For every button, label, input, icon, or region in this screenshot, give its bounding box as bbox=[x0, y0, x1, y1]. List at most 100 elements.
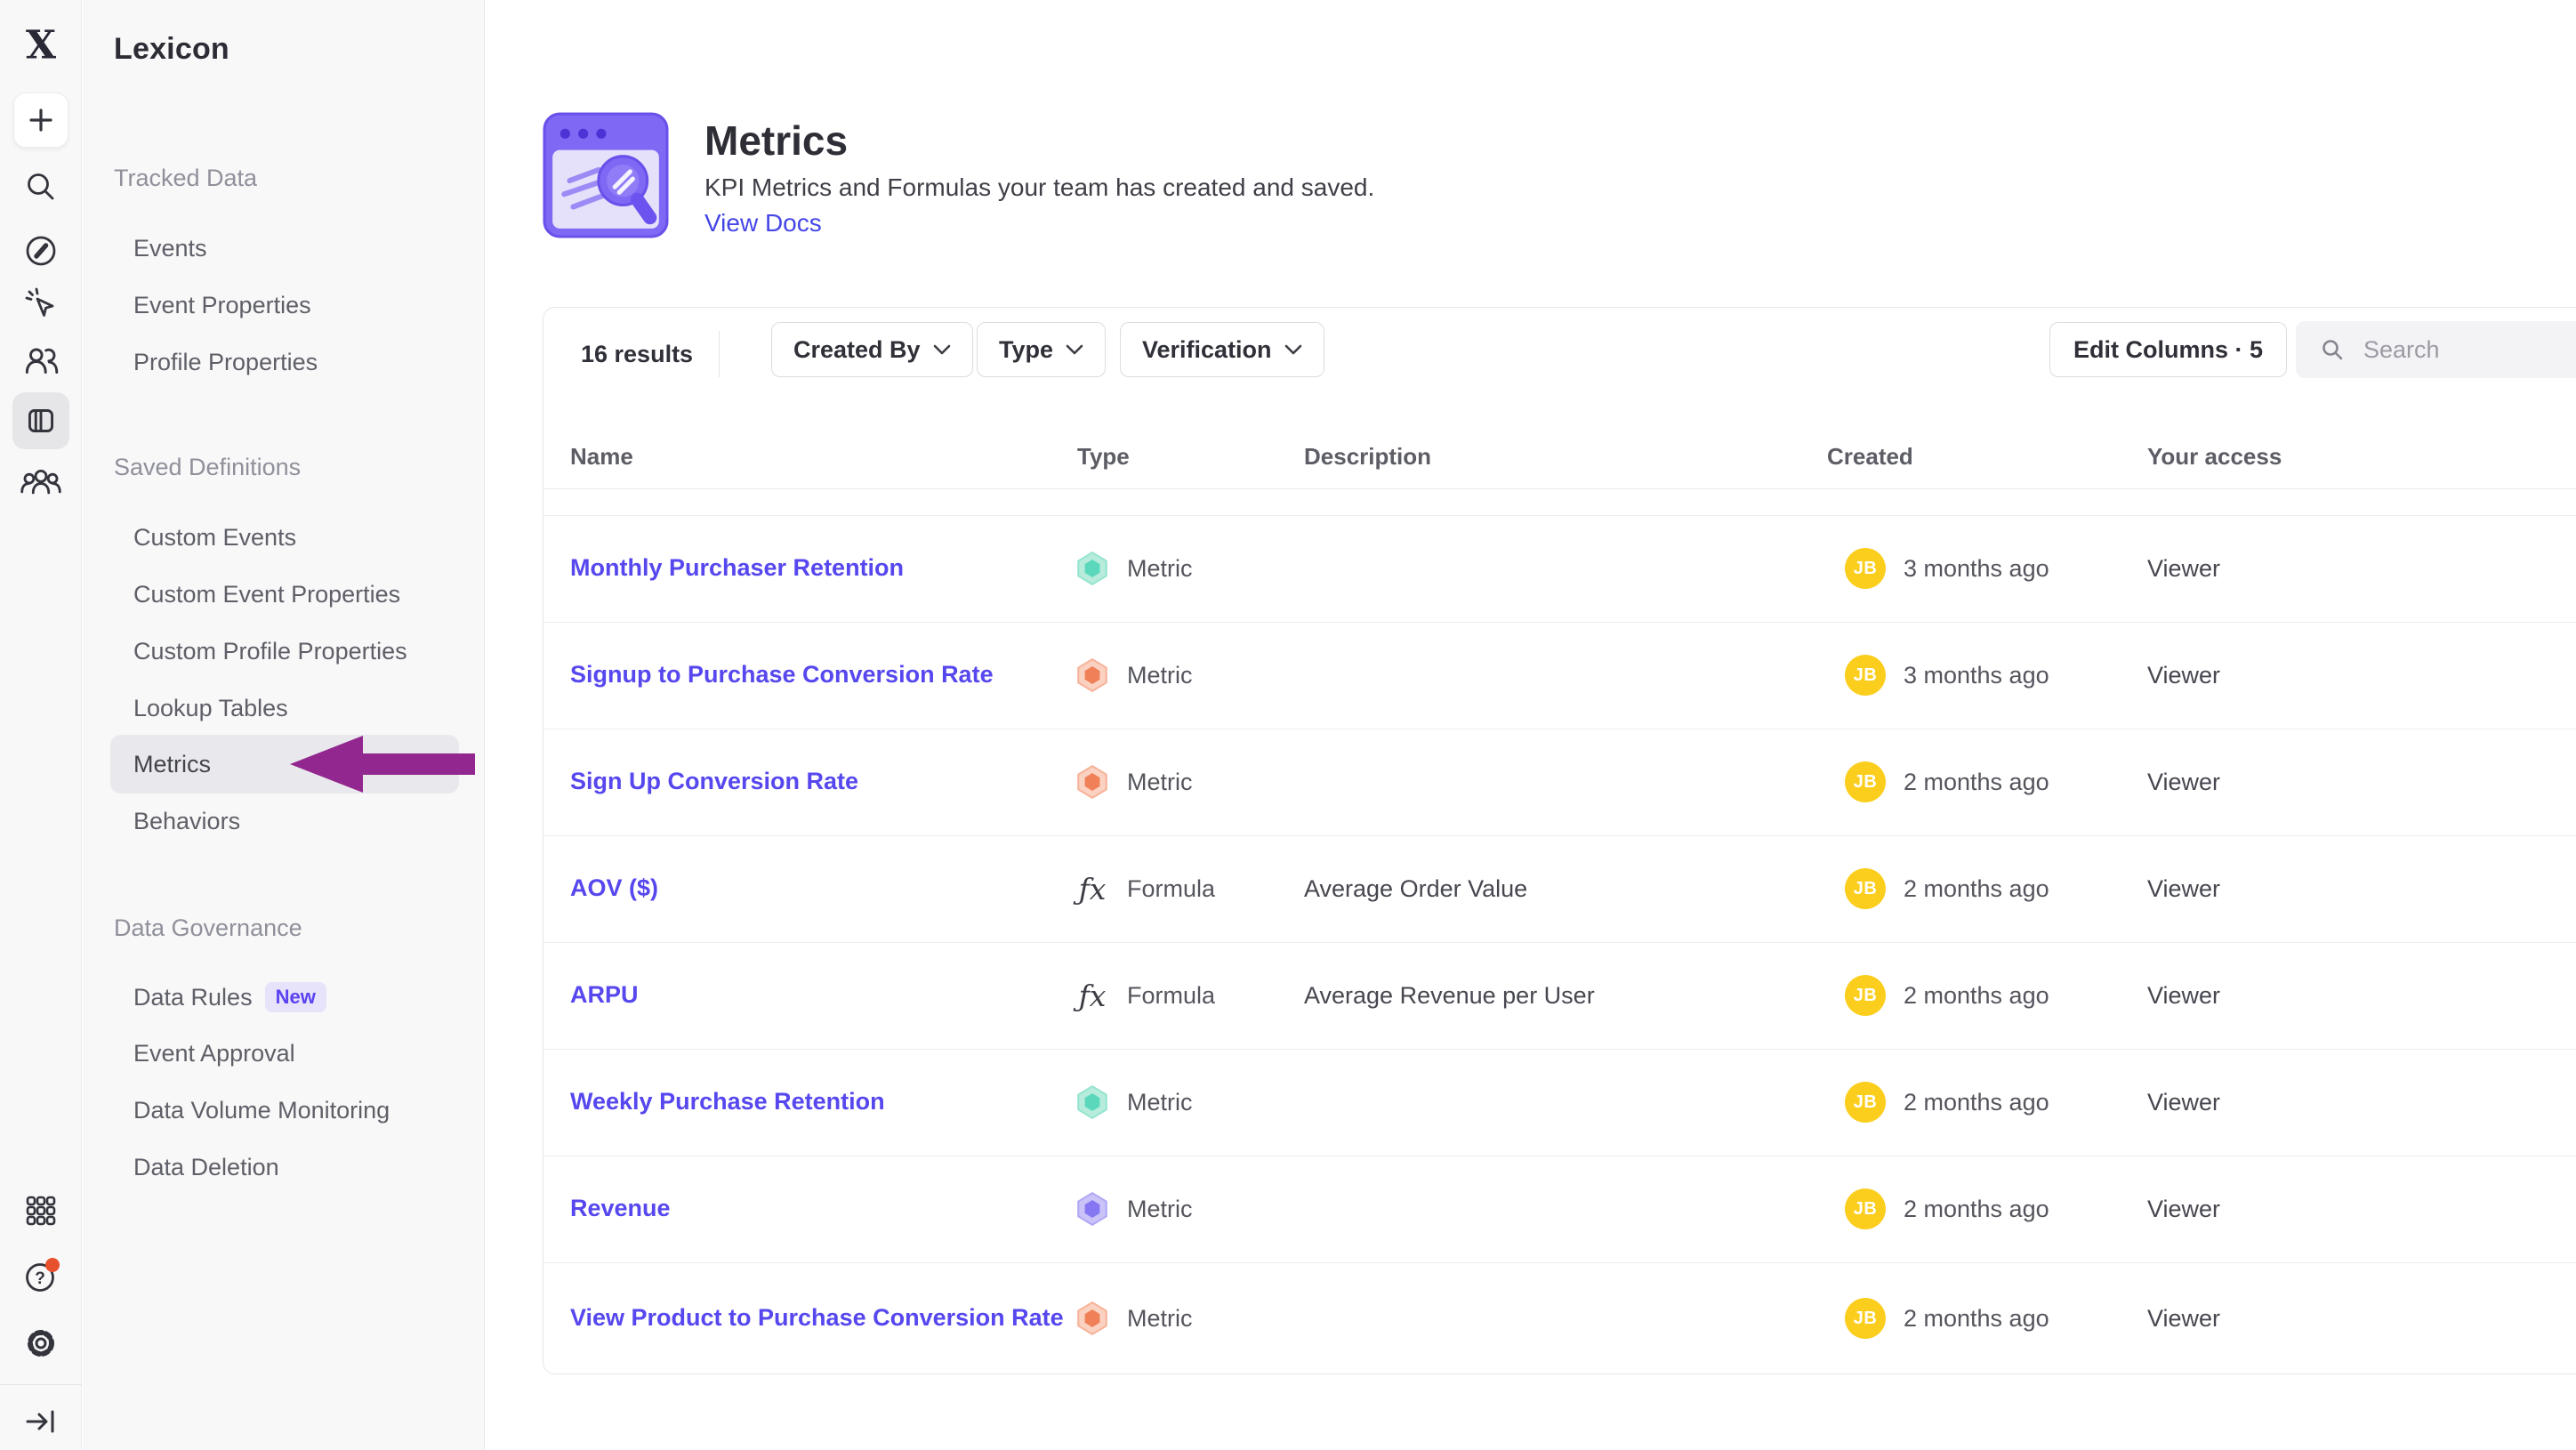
access-cell: Viewer bbox=[2147, 1049, 2220, 1156]
cohorts-icon[interactable] bbox=[20, 462, 62, 504]
page-header: Metrics KPI Metrics and Formulas your te… bbox=[704, 112, 1374, 240]
description-cell: Average Order Value bbox=[1304, 835, 1527, 942]
created-time: 2 months ago bbox=[1904, 1089, 2049, 1116]
settings-gear-icon[interactable] bbox=[21, 1324, 60, 1363]
type-label: Metric bbox=[1127, 1196, 1193, 1223]
metric-hexagon-icon bbox=[1074, 1300, 1111, 1337]
page-title: Metrics bbox=[704, 112, 1374, 169]
metric-name-link[interactable]: Signup to Purchase Conversion Rate bbox=[570, 622, 1068, 729]
lexicon-metrics-screen: X ? bbox=[0, 0, 2576, 1450]
access-cell: Viewer bbox=[2147, 835, 2220, 942]
filter-created-by[interactable]: Created By bbox=[771, 322, 973, 377]
lexicon-directory-item[interactable] bbox=[12, 392, 69, 449]
type-label: Metric bbox=[1127, 769, 1193, 796]
table-row: Weekly Purchase Retention Metric JB2 mon… bbox=[543, 1049, 2576, 1156]
users-icon[interactable] bbox=[20, 341, 61, 382]
sidebar-item-data-deletion[interactable]: Data Deletion bbox=[133, 1139, 279, 1196]
formula-icon: ƒx bbox=[1074, 979, 1111, 1013]
sidebar-item-behaviors[interactable]: Behaviors bbox=[133, 793, 240, 850]
sidebar-item-custom-event-properties[interactable]: Custom Event Properties bbox=[133, 566, 400, 623]
created-time: 3 months ago bbox=[1904, 555, 2049, 583]
table-row-partial bbox=[543, 488, 2576, 516]
edit-columns-button[interactable]: Edit Columns · 5 bbox=[2049, 322, 2287, 377]
plus-button[interactable] bbox=[13, 93, 68, 148]
help-icon[interactable]: ? bbox=[20, 1254, 62, 1297]
compass-icon[interactable] bbox=[21, 231, 60, 270]
sidebar-item-data-rules[interactable]: Data RulesNew bbox=[133, 969, 326, 1026]
avatar: JB bbox=[1845, 1188, 1886, 1229]
avatar: JB bbox=[1845, 1298, 1886, 1339]
table-row: Sign Up Conversion Rate Metric JB2 month… bbox=[543, 729, 2576, 836]
metric-name-link[interactable]: ARPU bbox=[570, 942, 1068, 1049]
metric-name-link[interactable]: Revenue bbox=[570, 1156, 1068, 1262]
table-row: AOV ($) ƒx Formula Average Order Value J… bbox=[543, 835, 2576, 943]
search-rail-icon[interactable] bbox=[21, 167, 60, 206]
mixpanel-logo-icon[interactable]: X bbox=[20, 25, 61, 66]
metric-hexagon-icon bbox=[1074, 763, 1111, 801]
created-time: 2 months ago bbox=[1904, 982, 2049, 1010]
sidebar-item-events[interactable]: Events bbox=[133, 220, 207, 277]
metric-hexagon-icon bbox=[1074, 550, 1111, 587]
plus-icon bbox=[21, 101, 60, 140]
view-docs-link[interactable]: View Docs bbox=[704, 206, 1374, 240]
metric-name-link[interactable]: Weekly Purchase Retention bbox=[570, 1049, 1068, 1156]
lexicon-directory-icon bbox=[20, 400, 61, 441]
metric-hexagon-icon bbox=[1074, 1190, 1111, 1228]
metrics-app-icon bbox=[543, 112, 669, 243]
avatar: JB bbox=[1845, 548, 1886, 589]
sidebar-item-event-approval[interactable]: Event Approval bbox=[133, 1025, 295, 1082]
formula-icon: ƒx bbox=[1074, 872, 1111, 906]
created-time: 2 months ago bbox=[1904, 875, 2049, 903]
access-cell: Viewer bbox=[2147, 1156, 2220, 1262]
description-cell: Average Revenue per User bbox=[1304, 942, 1595, 1049]
cursor-click-icon[interactable] bbox=[21, 285, 60, 324]
filter-type[interactable]: Type bbox=[977, 322, 1106, 377]
sidebar-title: Lexicon bbox=[114, 32, 229, 67]
created-time: 2 months ago bbox=[1904, 1305, 2049, 1333]
sidebar-item-data-volume-monitoring[interactable]: Data Volume Monitoring bbox=[133, 1082, 390, 1139]
chevron-down-icon bbox=[1066, 344, 1083, 355]
type-label: Formula bbox=[1127, 875, 1215, 903]
filter-verification[interactable]: Verification bbox=[1120, 322, 1324, 377]
sidebar-item-event-properties[interactable]: Event Properties bbox=[133, 277, 311, 334]
search-input[interactable] bbox=[2362, 335, 2576, 365]
lexicon-sidebar: Lexicon Tracked Data Events Event Proper… bbox=[83, 0, 485, 1450]
avatar: JB bbox=[1845, 655, 1886, 696]
sign-out-icon[interactable] bbox=[21, 1402, 60, 1441]
metric-name-link[interactable]: AOV ($) bbox=[570, 835, 1068, 942]
table-row: View Product to Purchase Conversion Rate… bbox=[543, 1262, 2576, 1374]
chevron-down-icon bbox=[1284, 344, 1302, 355]
metric-name-link[interactable]: Monthly Purchaser Retention bbox=[570, 515, 1068, 622]
metric-hexagon-icon bbox=[1074, 1083, 1111, 1121]
table-row: Revenue Metric JB2 months ago Viewer bbox=[543, 1156, 2576, 1263]
svg-text:X: X bbox=[26, 25, 57, 66]
column-header-type[interactable]: Type bbox=[1077, 425, 1130, 487]
table-row: Signup to Purchase Conversion Rate Metri… bbox=[543, 622, 2576, 729]
apps-grid-icon[interactable] bbox=[21, 1191, 60, 1230]
avatar: JB bbox=[1845, 975, 1886, 1016]
page-subtitle: KPI Metrics and Formulas your team has c… bbox=[704, 169, 1374, 206]
table-search[interactable] bbox=[2296, 321, 2576, 378]
access-cell: Viewer bbox=[2147, 1262, 2220, 1374]
sidebar-item-profile-properties[interactable]: Profile Properties bbox=[133, 334, 318, 391]
metric-name-link[interactable]: View Product to Purchase Conversion Rate bbox=[570, 1262, 1068, 1374]
metric-name-link[interactable]: Sign Up Conversion Rate bbox=[570, 729, 1068, 835]
new-badge: New bbox=[265, 982, 326, 1012]
column-header-description[interactable]: Description bbox=[1304, 425, 1431, 487]
sidebar-item-lookup-tables[interactable]: Lookup Tables bbox=[133, 680, 288, 737]
search-icon bbox=[2319, 336, 2346, 363]
column-header-name[interactable]: Name bbox=[570, 425, 633, 487]
metric-hexagon-icon bbox=[1074, 657, 1111, 694]
sidebar-item-custom-events[interactable]: Custom Events bbox=[133, 509, 296, 566]
svg-text:?: ? bbox=[35, 1269, 45, 1288]
type-label: Metric bbox=[1127, 1089, 1193, 1116]
column-header-created[interactable]: Created bbox=[1827, 425, 1913, 487]
avatar: JB bbox=[1845, 761, 1886, 802]
avatar: JB bbox=[1845, 868, 1886, 909]
table-row: Monthly Purchaser Retention Metric JB 3 m… bbox=[543, 515, 2576, 623]
type-label: Metric bbox=[1127, 555, 1193, 583]
metrics-table-card: 16 results Created By Type Verification … bbox=[543, 307, 2576, 1374]
sidebar-item-metrics[interactable]: Metrics bbox=[133, 736, 211, 793]
sidebar-item-custom-profile-properties[interactable]: Custom Profile Properties bbox=[133, 623, 407, 680]
column-header-your-access[interactable]: Your access bbox=[2147, 425, 2282, 487]
